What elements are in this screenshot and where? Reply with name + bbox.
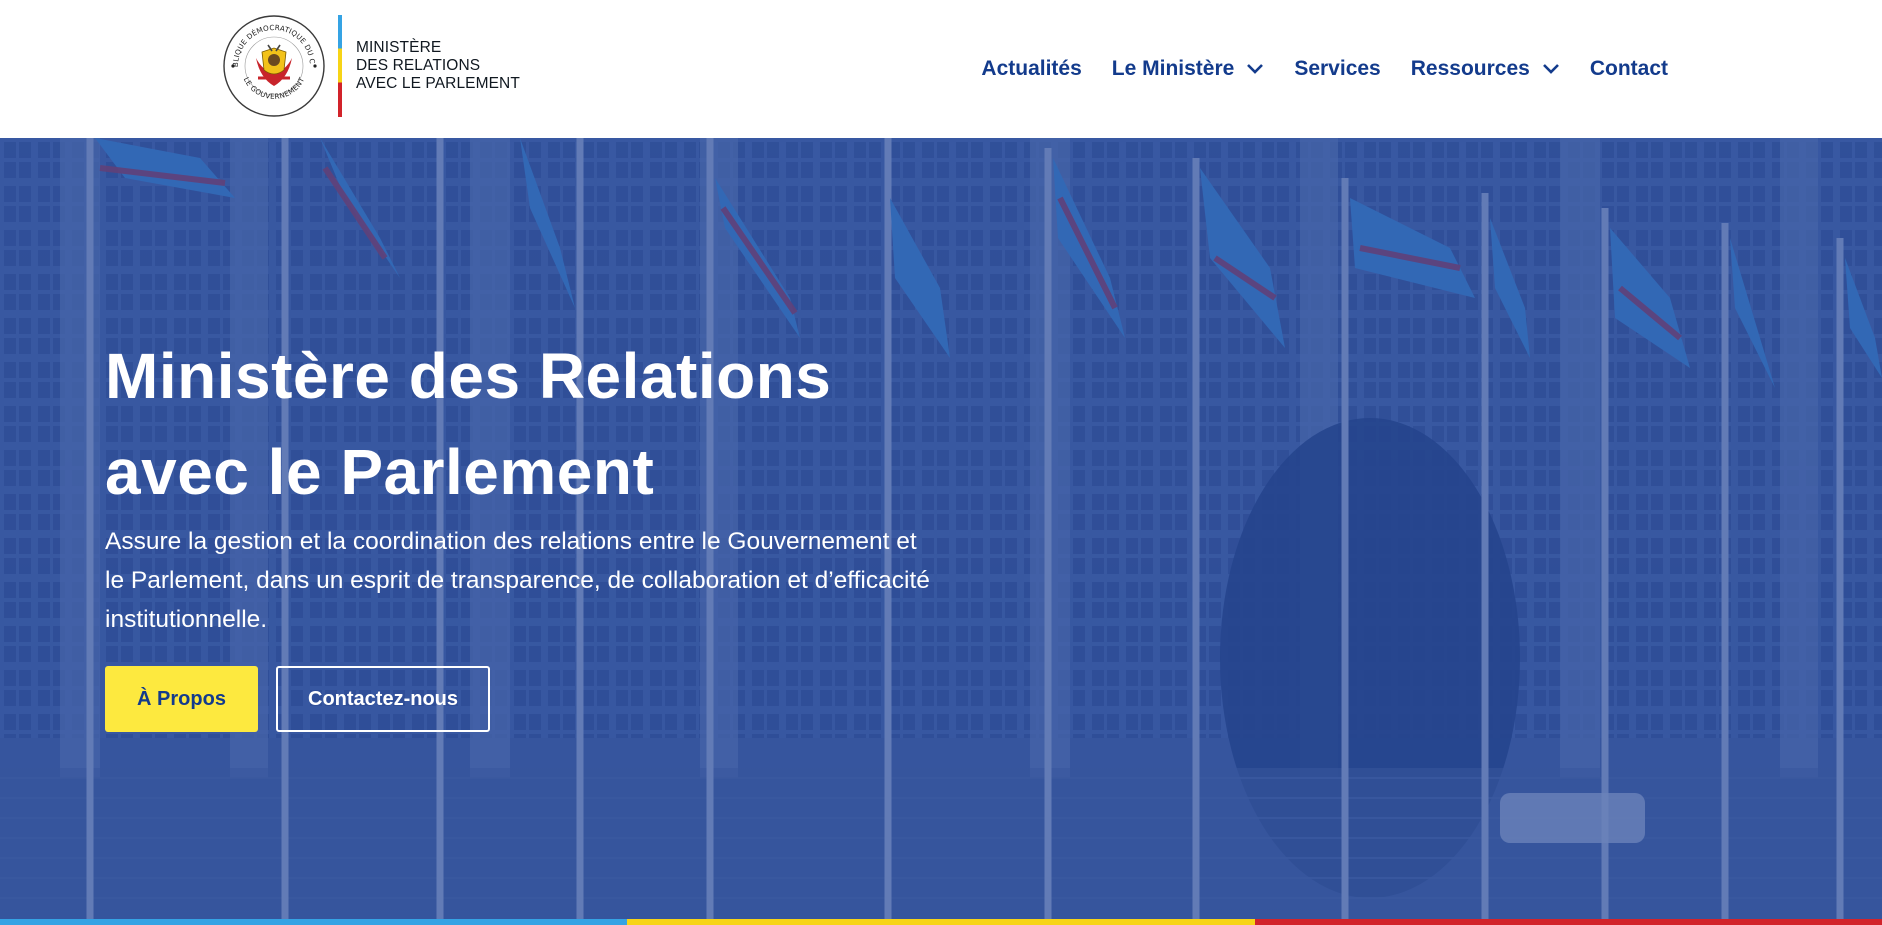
strip-blue [0,919,628,925]
nav-label: Services [1294,57,1381,80]
flag-color-bar [338,15,342,117]
hero-title-line-1: Ministère des Relations [105,340,832,412]
strip-yellow [627,919,1255,925]
hero-section: Ministère des Relations avec le Parlemen… [0,138,1882,919]
nav-item-actualites[interactable]: Actualités [981,57,1081,81]
strip-red [1254,919,1882,925]
nav-label: Le Ministère [1111,57,1235,80]
chevron-down-icon [1247,64,1264,74]
chevron-down-icon [1542,64,1559,74]
about-button[interactable]: À Propos [105,666,258,732]
nav-label: Contact [1589,57,1668,80]
flag-color-strip [0,919,1882,925]
nav-item-contact[interactable]: Contact [1590,57,1668,81]
nav-label: Actualités [981,57,1082,80]
hero-title-line-2: avec le Parlement [105,436,655,508]
contact-us-button[interactable]: Contactez-nous [276,666,490,732]
nav-item-ressources[interactable]: Ressources [1411,57,1560,81]
hero-description: Assure la gestion et la coordination des… [105,528,930,633]
hero-buttons: À Propos Contactez-nous [105,666,935,732]
nav-label: Ressources [1410,57,1530,80]
ministry-name: MINISTÈRE DES RELATIONS AVEC LE PARLEMEN… [356,39,520,93]
main-navigation: Actualités Le Ministère Services Ressour… [981,0,1668,138]
brand-logo[interactable]: RÉPUBLIQUE DÉMOCRATIQUE DU CONGO LE GOUV… [222,14,520,118]
ministry-name-line-2: DES RELATIONS [356,57,481,74]
nav-item-le-ministere[interactable]: Le Ministère [1112,57,1265,81]
government-seal-icon: RÉPUBLIQUE DÉMOCRATIQUE DU CONGO LE GOUV… [222,14,326,118]
hero-content: Ministère des Relations avec le Parlemen… [105,328,935,732]
ministry-name-line-1: MINISTÈRE [356,39,442,56]
nav-item-services[interactable]: Services [1294,57,1380,81]
hero-title: Ministère des Relations avec le Parlemen… [105,328,935,520]
site-header: RÉPUBLIQUE DÉMOCRATIQUE DU CONGO LE GOUV… [0,0,1882,138]
ministry-name-line-3: AVEC LE PARLEMENT [356,75,520,92]
